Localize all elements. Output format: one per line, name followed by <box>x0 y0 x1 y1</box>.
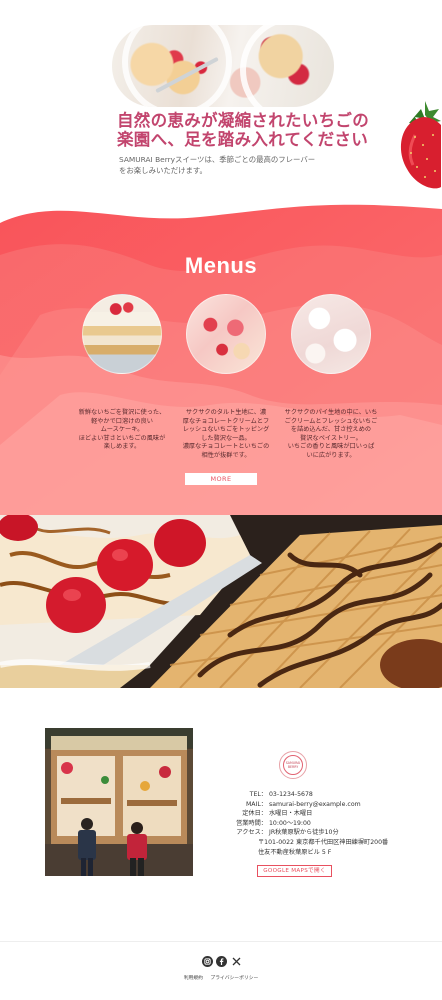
menu-image-chocolate-tart[interactable] <box>186 294 266 374</box>
menu-desc-line: サクサクのパイ生地の中に、いち <box>284 409 378 416</box>
footer-links: 利用規約 プライバシーポリシー <box>0 974 442 981</box>
privacy-policy-link[interactable]: プライバシーポリシー <box>210 976 258 981</box>
menu-desc-line: を詰め込んだ、甘さ控えめの <box>290 426 372 434</box>
tel-value[interactable]: 03-1234-5678 <box>269 790 313 800</box>
tel-row: TEL： 03-1234-5678 <box>224 790 434 800</box>
waffle-banner-photo <box>0 515 442 688</box>
strawberry-decoration <box>400 101 441 189</box>
menu-desc-line: 厚なチョコレートクリームとフ <box>182 417 270 425</box>
closed-value: 水曜日・木曜日 <box>269 810 313 818</box>
google-maps-button[interactable]: GOOGLE MAPSで開く <box>257 865 332 877</box>
more-button[interactable]: MORE <box>185 473 257 485</box>
hero-title: 自然の恵みが凝縮されたいちごの 楽園へ、足を踏み入れてください <box>117 111 369 149</box>
address-line1: 〒101-0022 東京都千代田区神田練塀町200番 <box>258 838 389 846</box>
menu-desc-line: レッシュないちごをトッピング <box>182 426 270 434</box>
menu-desc-line: いに広がります。 <box>306 451 356 459</box>
logo-text-line2: BERRY <box>287 765 299 769</box>
address-line2: 住友不動産秋葉原ビル 5 F <box>258 848 332 856</box>
hours-value: 10:00〜19:00 <box>269 819 311 827</box>
hero-subtitle-line2: をお楽しみいただけます。 <box>119 166 207 175</box>
menu-desc-line: いちごの香りと風味が口いっぱ <box>287 443 375 451</box>
hero-subtitle-line1: SAMURAI Berryスイーツは、季節ごとの最高のフレーバー <box>119 155 316 164</box>
menu-desc-line: ムースケーキ。 <box>100 426 144 434</box>
tel-label: TEL： <box>249 791 267 798</box>
menu-image-mousse-cake[interactable] <box>82 294 162 374</box>
closed-label: 定休日： <box>242 810 267 818</box>
closed-row: 定休日： 水曜日・木曜日 <box>224 809 434 819</box>
mail-row: MAIL： samurai-berry@example.com <box>224 800 434 810</box>
hours-row: 営業時間： 10:00〜19:00 <box>224 819 434 829</box>
hours-label: 営業時間： <box>236 819 267 827</box>
shop-storefront-photo <box>45 728 193 876</box>
menu-desc-line: サクサクのタルト生地に、濃 <box>185 409 267 416</box>
hero-title-line2: 楽園へ、足を踏み入れてください <box>117 130 369 149</box>
menu-description-2: サクサクのタルト生地に、濃 厚なチョコレートクリームとフ レッシュないちごをトッ… <box>176 409 276 461</box>
hero-subtitle: SAMURAI Berryスイーツは、季節ごとの最高のフレーバー をお楽しみいた… <box>119 154 339 176</box>
menu-desc-line: 楽しめます。 <box>103 443 141 451</box>
menus-section: Menus 新鮮ないちごを贅沢に使った、 軽やかで口溶けの良い ムースケーキ。 … <box>0 195 442 515</box>
menu-desc-line: 濃厚なチョコレートといちごの <box>182 443 270 451</box>
mail-value[interactable]: samurai-berry@example.com <box>269 800 361 810</box>
access-row: アクセス： JR秋葉原駅から徒歩10分 <box>224 828 434 838</box>
menu-image-strawberry-pastry[interactable] <box>291 294 371 374</box>
shop-logo: SAMURAI BERRY <box>279 751 307 779</box>
menu-description-3: サクサクのパイ生地の中に、いち ごクリームとフレッシュないちご を詰め込んだ、甘… <box>281 409 381 461</box>
x-icon[interactable] <box>231 956 242 967</box>
menus-title: Menus <box>184 253 258 278</box>
facebook-icon[interactable] <box>216 956 227 967</box>
menu-description-1: 新鮮ないちごを贅沢に使った、 軽やかで口溶けの良い ムースケーキ。 ほどよい甘さ… <box>72 409 172 452</box>
hero-title-line1: 自然の恵みが凝縮されたいちごの <box>117 111 369 130</box>
hero-cake-photo <box>112 25 334 107</box>
instagram-icon[interactable] <box>202 956 213 967</box>
shop-info: TEL： 03-1234-5678 MAIL： samurai-berry@ex… <box>224 790 434 857</box>
menu-desc-line: 軽やかで口溶けの良い <box>91 417 153 425</box>
menu-desc-line: ごクリームとフレッシュないちご <box>284 417 378 425</box>
footer-divider <box>0 941 442 942</box>
access-value: JR秋葉原駅から徒歩10分 <box>269 829 339 837</box>
mail-label: MAIL： <box>245 800 267 808</box>
menu-desc-line: 新鮮ないちごを贅沢に使った、 <box>78 409 166 416</box>
menu-desc-line: 相性が抜群です。 <box>201 451 251 459</box>
terms-link[interactable]: 利用規約 <box>184 976 203 981</box>
access-label: アクセス： <box>236 829 267 837</box>
hero-section: 自然の恵みが凝縮されたいちごの 楽園へ、足を踏み入れてください SAMURAI … <box>0 0 442 205</box>
